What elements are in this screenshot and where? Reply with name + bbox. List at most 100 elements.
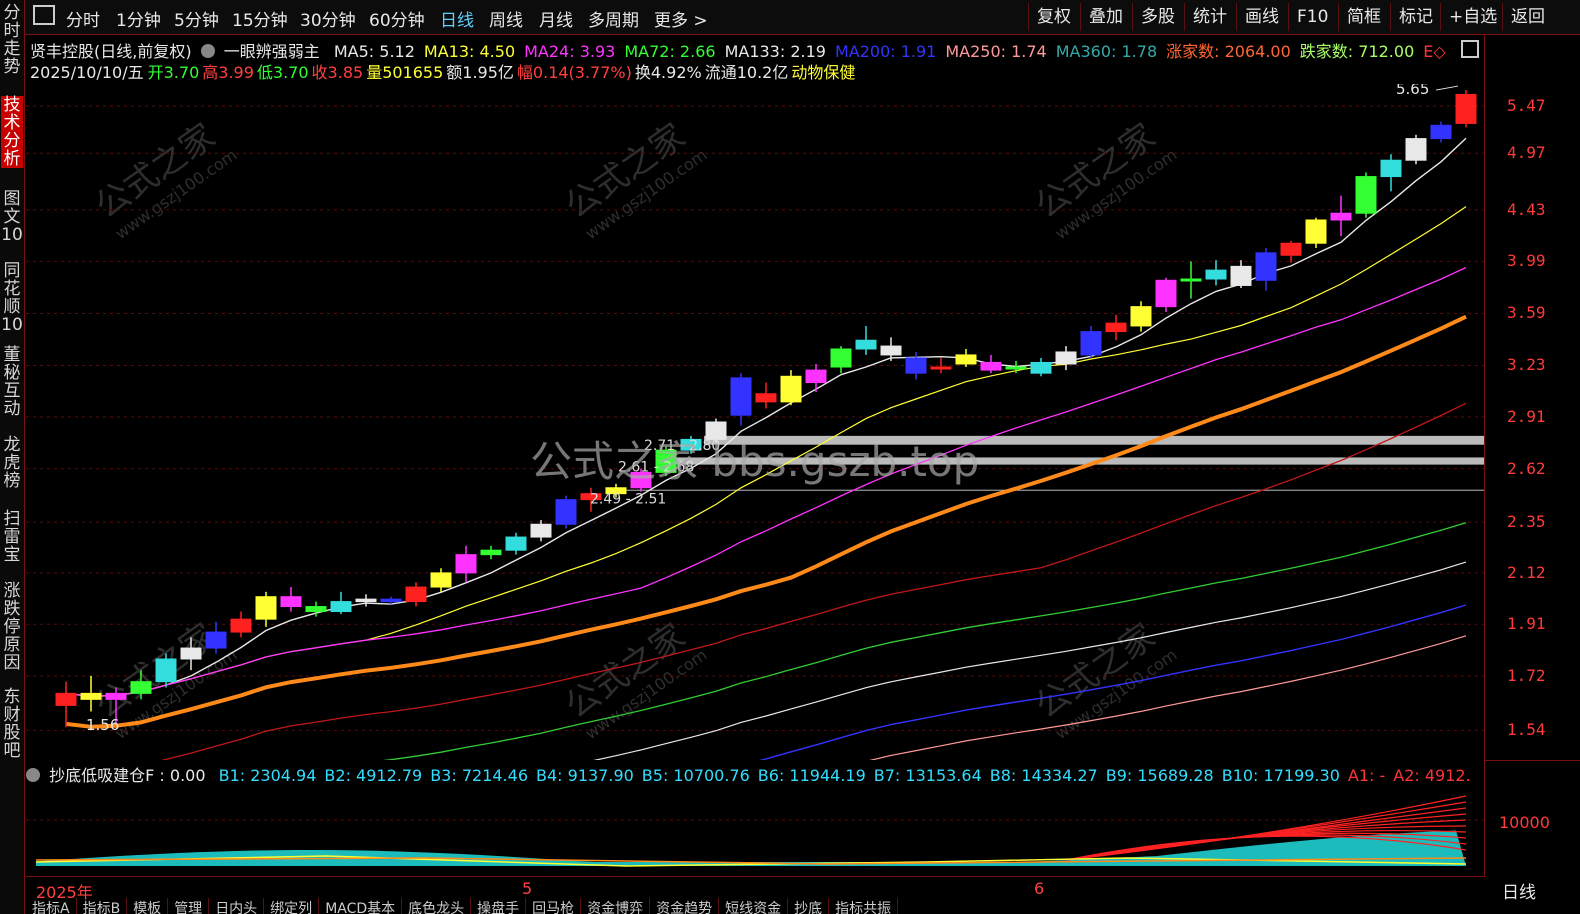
left-nav-item[interactable]: 同花顺10 (1, 262, 23, 334)
ma-value: MA250: 1.74 (945, 42, 1047, 61)
candle-body (1430, 124, 1452, 140)
candle-body (80, 692, 102, 700)
period-tab[interactable]: 1分钟 (116, 6, 161, 31)
candle-body (1005, 366, 1027, 370)
indicator-tab[interactable]: 模板 (127, 898, 169, 914)
left-nav-item[interactable]: 董秘互动 (1, 346, 23, 418)
ma-line (65, 314, 1467, 729)
indicator-tab[interactable]: 管理 (168, 898, 210, 914)
zone-label: 2.49 - 2.51 (590, 492, 666, 508)
period-tab[interactable]: 日线 (440, 6, 474, 31)
indicator-tab[interactable]: MACD基本 (319, 898, 403, 914)
quote-field: 低3.70 (256, 63, 309, 82)
candle-body (930, 366, 952, 370)
price-tick: 4.97 (1507, 143, 1546, 163)
left-nav-item[interactable]: 图文10 (1, 190, 23, 244)
period-tab[interactable]: 60分钟 (369, 6, 425, 31)
sub-indicator-header: 抄底低吸建仓F : 0.00 B1: 2304.94 B2: 4912.79 B3:… (26, 762, 1471, 786)
candle-body (355, 598, 377, 603)
price-tick: 3.99 (1507, 251, 1546, 271)
period-tab[interactable]: 更多 > (654, 6, 708, 31)
toolbar-button[interactable]: 标记 (1390, 3, 1441, 31)
indicator-tab[interactable]: 指标A (26, 898, 77, 914)
toolbar-button[interactable]: 简框 (1338, 3, 1389, 31)
left-nav-item[interactable]: 分时走势 (1, 4, 23, 76)
indicator-tab[interactable]: 指标共振 (829, 898, 899, 914)
candle-body (530, 523, 552, 538)
candle-body (130, 681, 152, 694)
sub-indicator-chart[interactable] (26, 786, 1484, 876)
sub-axis-label: 10000 (1499, 813, 1550, 832)
candle-body (230, 618, 252, 633)
toolbar-button[interactable]: +自选 (1440, 3, 1505, 31)
left-nav-item[interactable]: 涨跌停原因 (1, 582, 23, 672)
candle-body (380, 598, 402, 603)
toolbar-button[interactable]: 返回 (1502, 3, 1553, 31)
candle-body (1330, 212, 1352, 221)
indicator-tab[interactable]: 资金趋势 (650, 898, 720, 914)
indicator-tab[interactable]: 资金博弈 (581, 898, 651, 914)
toolbar-button[interactable]: 统计 (1184, 3, 1235, 31)
indicator-toggle-icon[interactable] (200, 44, 215, 58)
ma-line (593, 561, 1467, 760)
candle-body (1055, 351, 1077, 365)
sub-indicator-value: B1: 2304.94 (218, 766, 317, 785)
indicator-toggle-icon[interactable] (26, 768, 40, 782)
window-toggle-icon[interactable] (33, 5, 55, 25)
price-tick: 1.72 (1507, 665, 1546, 685)
sub-indicator-value: : 0.00 (159, 766, 206, 785)
indicator-tab[interactable]: 短线资金 (719, 898, 789, 914)
period-tab[interactable]: 月线 (539, 6, 573, 31)
sub-indicator-value: A2: 4912. (1393, 766, 1471, 785)
indicator-tab[interactable]: 回马枪 (526, 898, 582, 914)
price-tick: 2.12 (1507, 562, 1546, 582)
toolbar-button[interactable]: 多股 (1132, 3, 1183, 31)
left-nav-item[interactable]: 扫雷宝 (1, 510, 23, 564)
indicator-tab[interactable]: 底色龙头 (402, 898, 472, 914)
left-nav-item[interactable]: 龙虎榜 (1, 436, 23, 490)
indicator-tab[interactable]: 日内头 (209, 898, 265, 914)
panel-restore-icon[interactable] (1461, 40, 1479, 58)
sub-indicator-name[interactable]: 抄底低吸建仓F (49, 766, 154, 785)
period-tab[interactable]: 多周期 (588, 6, 639, 31)
toolbar-button[interactable]: F10 (1288, 3, 1336, 31)
left-nav-item[interactable]: 东财股吧 (1, 688, 23, 760)
candle-body (1105, 322, 1127, 333)
indicator-tabs: 指标A 指标B 模板 管理 日内头 绑定列 MACD基本 底色龙头 操盘手 回马枪 资金博弈 资金趋势… (26, 898, 1484, 914)
candle-body (480, 549, 502, 556)
period-indicator[interactable]: 日线 (1502, 878, 1536, 903)
left-nav-item[interactable]: 技术分析 (1, 96, 23, 168)
candle-body (1230, 265, 1252, 286)
candle-body (805, 369, 827, 384)
period-tab[interactable]: 30分钟 (300, 6, 356, 31)
indicator-tab[interactable]: 指标B (77, 898, 128, 914)
indicator-tab[interactable]: 绑定列 (264, 898, 320, 914)
candle-body (880, 345, 902, 356)
ma-line (382, 522, 1467, 760)
sub-indicator-value: A1: - (1347, 766, 1386, 785)
candlestick-chart[interactable]: 2.71 - 2.802.61 - 2.682.49 - 2.515.651.5… (26, 84, 1484, 760)
high-mark-arrow (1435, 85, 1459, 91)
candle-body (830, 348, 852, 368)
candle-body (280, 596, 302, 608)
toolbar-button[interactable]: 复权 (1028, 3, 1079, 31)
candle-body (1380, 159, 1402, 178)
toolbar-button[interactable]: 画线 (1236, 3, 1287, 31)
candle-body (1255, 252, 1277, 281)
period-tab[interactable]: 周线 (489, 6, 523, 31)
candle-body (755, 393, 777, 403)
indicator-tab[interactable]: 操盘手 (471, 898, 527, 914)
period-tab[interactable]: 分时 (66, 6, 100, 31)
period-tab[interactable]: 15分钟 (232, 6, 288, 31)
candle-body (1455, 93, 1477, 124)
quote-field: 收3.85 (311, 63, 364, 82)
candle-body (1205, 269, 1227, 280)
period-tab[interactable]: 5分钟 (174, 6, 219, 31)
candle-body (430, 572, 452, 588)
indicator-tab[interactable]: 抄底 (788, 898, 830, 914)
candle-body (155, 658, 177, 683)
ma-value: MA360: 1.78 (1055, 42, 1158, 61)
high-price-mark: 5.65 (1396, 84, 1429, 98)
toolbar-button[interactable]: 叠加 (1080, 3, 1131, 31)
candle-body (980, 361, 1002, 371)
